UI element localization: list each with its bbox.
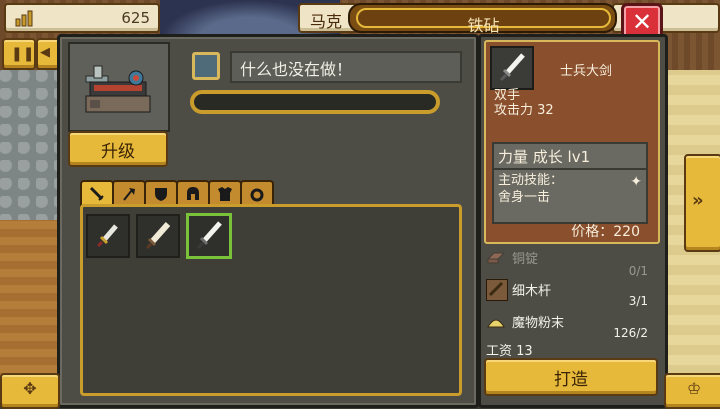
material-count: 126/2 (613, 326, 648, 340)
auto-craft-checkbox[interactable] (192, 52, 220, 80)
double-arrow-right-icon: » (692, 190, 704, 211)
tab-shield[interactable] (144, 180, 178, 206)
pause-icon: ❚❚ (11, 46, 35, 62)
title-frame: 铁砧 (356, 8, 611, 35)
price-text: 价格：220 (571, 224, 640, 240)
character-name: 马克 (310, 12, 343, 31)
short-sword-icon (145, 222, 171, 250)
pause-button[interactable]: ❚❚ (2, 38, 36, 70)
left-arrow-icon: ◀ (40, 45, 50, 60)
upgrade-label: 升级 (101, 142, 135, 162)
move-button[interactable]: ✥ (0, 373, 60, 409)
anvil-machine-icon (85, 65, 151, 113)
stat-text: 力量 成长 lv1 (498, 148, 591, 166)
material-count: 3/1 (628, 294, 648, 308)
status-field: 什么也没在做！ (230, 51, 462, 83)
anvil-preview (68, 42, 170, 132)
dagger-icon (96, 224, 118, 248)
recipe-broadsword[interactable] (186, 213, 232, 259)
skill-name: 舍身一击 (498, 190, 551, 205)
recipe-dagger[interactable] (86, 214, 130, 258)
forge-label: 打造 (554, 370, 588, 390)
sword-icon (89, 186, 104, 201)
tab-armor[interactable] (208, 180, 242, 206)
item-type-line1: 双手 (494, 88, 521, 103)
tab-axe[interactable] (112, 180, 146, 206)
money-display: 625 (4, 3, 160, 33)
coins-icon (14, 9, 36, 27)
item-name: 士兵大剑 (560, 64, 613, 79)
armor-icon (218, 187, 232, 201)
ring-icon (250, 188, 264, 202)
price-box: 价格：220 (492, 220, 644, 240)
background-stone (0, 70, 60, 220)
axe-icon (123, 188, 135, 201)
skill-box: 主动技能： 舍身一击 ✦ (492, 168, 648, 224)
item-type-line2: 攻击力 32 (494, 103, 554, 118)
window-title: 铁砧 (467, 16, 500, 35)
helmet-icon (187, 187, 199, 200)
skill-label: 主动技能： (498, 173, 564, 188)
stat-box: 力量 成长 lv1 (492, 142, 648, 170)
money-value: 625 (121, 9, 150, 27)
crown-button[interactable]: ♔ (664, 373, 720, 409)
move-arrows-icon: ✥ (23, 379, 37, 398)
broadsword-icon (499, 53, 525, 82)
selected-item-preview (490, 46, 534, 90)
sparkle-icon: ✦ (630, 174, 642, 190)
broadsword-icon (196, 221, 222, 250)
craft-progress-bar (190, 90, 440, 114)
window-title-bar: 铁砧 (348, 3, 617, 35)
forge-button[interactable]: 打造 (484, 358, 658, 396)
status-text: 什么也没在做！ (240, 60, 353, 79)
item-type: 双手 攻击力 32 (494, 88, 554, 118)
wage-text: 工资 13 (486, 344, 533, 359)
tab-helmet[interactable] (176, 180, 210, 206)
tab-ring[interactable] (240, 180, 274, 206)
upgrade-button[interactable]: 升级 (68, 131, 168, 167)
recipe-short-sword[interactable] (136, 214, 180, 258)
crown-icon: ♔ (686, 379, 702, 398)
skill-text: 主动技能： 舍身一击 (498, 172, 563, 206)
shield-icon (155, 188, 167, 201)
next-page-button[interactable]: » (684, 154, 720, 252)
